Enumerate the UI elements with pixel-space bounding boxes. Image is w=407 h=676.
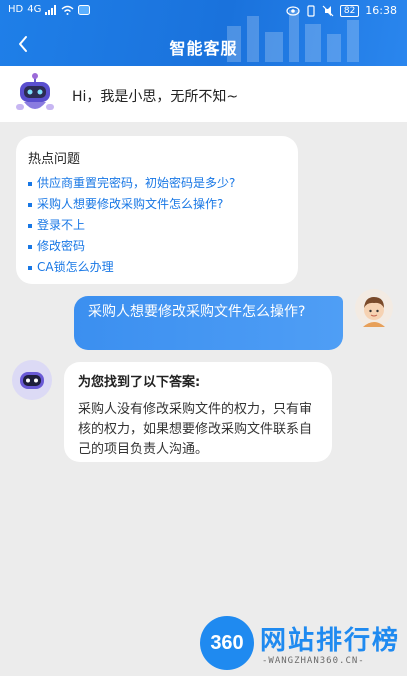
answer-body: 采购人没有修改采购文件的权力，只有审核的权力，如果想要修改采购文件联系自己的项目… [78, 402, 313, 457]
answer-title: 为您找到了以下答案: [78, 375, 201, 390]
bullet-icon [28, 265, 32, 270]
signal-icon [45, 5, 57, 15]
clock: 16:38 [365, 4, 397, 17]
notification-icon [78, 5, 91, 15]
hot-question-label: 供应商重置完密码，初始密码是多少? [37, 176, 236, 190]
network-4g-icon: 4G [27, 4, 42, 15]
hd-icon: HD [8, 4, 24, 15]
status-bar: HD 4G 82 16:38 [0, 0, 407, 22]
mute-icon [322, 5, 334, 16]
battery-indicator: 82 [339, 4, 360, 17]
hot-question-item[interactable]: 供应商重置完密码，初始密码是多少? [28, 173, 286, 194]
bullet-icon [28, 181, 32, 186]
hot-question-label: CA锁怎么办理 [37, 260, 114, 274]
bot-answer-card: 为您找到了以下答案: 采购人没有修改采购文件的权力，只有审核的权力，如果想要修改… [64, 362, 332, 462]
page-title: 智能客服 [169, 39, 238, 58]
hot-question-label: 采购人想要修改采购文件怎么操作? [37, 197, 224, 211]
hot-question-label: 修改密码 [37, 239, 86, 253]
robot-mascot-icon [16, 73, 54, 110]
hot-question-item[interactable]: CA锁怎么办理 [28, 257, 286, 278]
watermark-subtext: -WANGZHAN360.CN- [262, 656, 365, 666]
vibrate-icon [307, 4, 315, 17]
user-avatar [355, 289, 393, 327]
eye-icon [286, 5, 300, 16]
bullet-icon [28, 202, 32, 207]
app-header: HD 4G 82 16:38 智能客服 [0, 0, 407, 66]
watermark: 360 网站排行榜 -WANGZHAN360.CN- [196, 612, 406, 676]
bullet-icon [28, 244, 32, 249]
watermark-logo: 360 [200, 616, 254, 670]
user-message-bubble: 采购人想要修改采购文件怎么操作? [74, 296, 343, 350]
greeting-text: Hi，我是小思，无所不知~ [72, 89, 239, 105]
hot-question-label: 登录不上 [37, 218, 86, 232]
watermark-text: 网站排行榜 [260, 626, 401, 656]
greeting-bar: Hi，我是小思，无所不知~ [0, 66, 407, 122]
hot-questions-title: 热点问题 [28, 152, 81, 167]
bullet-icon [28, 223, 32, 228]
hot-questions-card: 热点问题 供应商重置完密码，初始密码是多少? 采购人想要修改采购文件怎么操作? … [16, 136, 298, 284]
hot-question-item[interactable]: 修改密码 [28, 236, 286, 257]
wifi-icon [61, 5, 74, 15]
hot-question-item[interactable]: 登录不上 [28, 215, 286, 236]
hot-question-item[interactable]: 采购人想要修改采购文件怎么操作? [28, 194, 286, 215]
bot-avatar [12, 360, 52, 400]
